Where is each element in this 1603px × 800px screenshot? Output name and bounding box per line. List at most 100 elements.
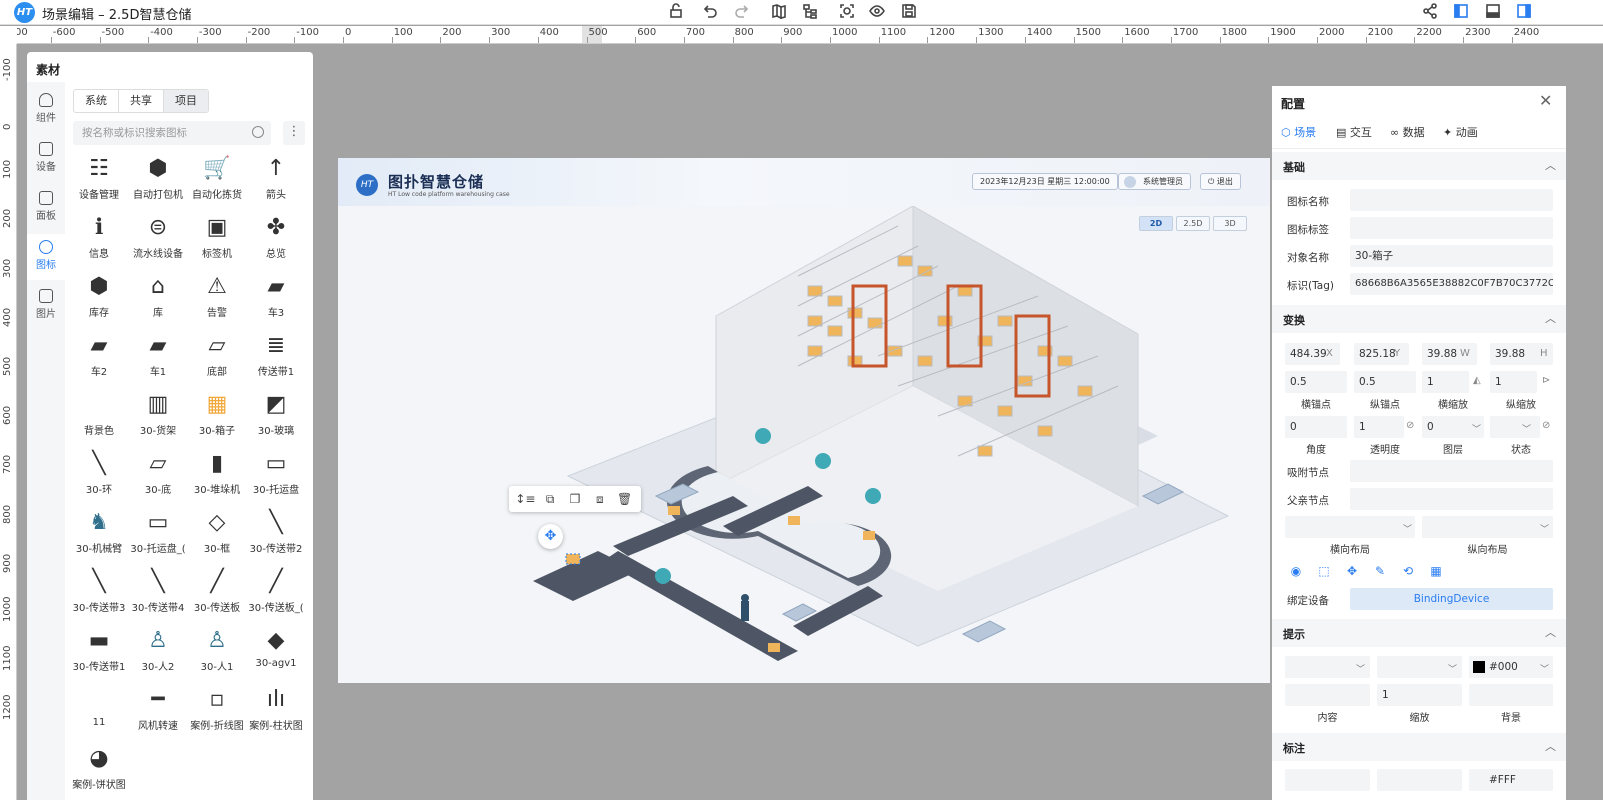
scale-y-input[interactable]: 1 bbox=[1490, 371, 1537, 393]
asset-item[interactable]: ╲ 30-传送带2 bbox=[246, 502, 306, 561]
asset-item[interactable]: ⌂ 库 bbox=[128, 266, 188, 325]
tab-scene[interactable]: ⬡ 场景 bbox=[1281, 124, 1316, 140]
grid-snap-icon[interactable]: ▦ bbox=[1429, 564, 1443, 578]
asset-item[interactable]: ╱ 30-传送板_( bbox=[246, 561, 306, 620]
anchor-y-input[interactable]: 0.5 bbox=[1354, 371, 1416, 393]
asset-item[interactable]: ▰ 车1 bbox=[128, 325, 188, 384]
tab-shared[interactable]: 共享 bbox=[119, 90, 164, 112]
asset-item[interactable]: ◆ 30-agv1 bbox=[246, 620, 306, 679]
asset-item[interactable]: ▱ 底部 bbox=[187, 325, 247, 384]
asset-item[interactable]: ≣ 传送带1 bbox=[246, 325, 306, 384]
rotatable-icon[interactable]: ⟲ bbox=[1401, 564, 1415, 578]
asset-item[interactable]: ▫ 案例-折线图 bbox=[187, 679, 247, 738]
note-select-2[interactable] bbox=[1377, 769, 1462, 791]
duplicate-icon[interactable]: ❐ bbox=[563, 489, 588, 509]
scale-x-input[interactable]: 1 bbox=[1422, 371, 1469, 393]
asset-item[interactable]: ☷ 设备管理 bbox=[69, 148, 129, 207]
copy-icon[interactable]: ⧉ bbox=[538, 489, 563, 509]
asset-item[interactable]: ▰ 车3 bbox=[246, 266, 306, 325]
close-icon[interactable]: ✕ bbox=[1539, 91, 1552, 110]
asset-item[interactable]: ╲ 30-传送带3 bbox=[69, 561, 129, 620]
asset-item[interactable]: ▬ 30-传送带1 bbox=[69, 620, 129, 679]
asset-item[interactable]: ▣ 标签机 bbox=[187, 207, 247, 266]
object-name-input[interactable]: 30-箱子 bbox=[1350, 245, 1553, 267]
icon-name-input[interactable] bbox=[1350, 189, 1553, 211]
asset-item[interactable]: 背景色 bbox=[69, 384, 129, 443]
movable-icon[interactable]: ✥ bbox=[1345, 564, 1359, 578]
redo-icon[interactable] bbox=[733, 3, 751, 21]
asset-item[interactable]: 11 bbox=[69, 679, 129, 738]
scene-canvas[interactable]: HT 图扑智慧仓储 HT Low code platform warehousi… bbox=[338, 158, 1270, 683]
asset-item[interactable]: ╲ 30-环 bbox=[69, 443, 129, 502]
section-transform[interactable]: 变换 ︿ bbox=[1272, 305, 1566, 333]
category-devices[interactable]: 设备 bbox=[27, 136, 65, 182]
tab-system[interactable]: 系统 bbox=[74, 90, 119, 112]
asset-item[interactable]: ◇ 30-框 bbox=[187, 502, 247, 561]
angle-input[interactable]: 0 bbox=[1285, 416, 1347, 438]
lock-icon[interactable] bbox=[667, 3, 685, 21]
asset-item[interactable]: ♙ 30-人2 bbox=[128, 620, 188, 679]
map-icon[interactable] bbox=[770, 3, 788, 21]
asset-item[interactable]: ╱ 30-传送板 bbox=[187, 561, 247, 620]
asset-item[interactable]: ⬢ 库存 bbox=[69, 266, 129, 325]
state-select[interactable] bbox=[1490, 416, 1540, 438]
editable-icon[interactable]: ✎ bbox=[1373, 564, 1387, 578]
asset-item[interactable]: ▰ 车2 bbox=[69, 325, 129, 384]
asset-item[interactable]: ılı 案例-柱状图 bbox=[246, 679, 306, 738]
section-tip[interactable]: 提示 ︿ bbox=[1272, 619, 1566, 647]
logout-button[interactable]: ⏻ 退出 bbox=[1200, 173, 1241, 190]
tab-interaction[interactable]: ▤ 交互 bbox=[1336, 124, 1372, 140]
move-handle-icon[interactable]: ✥ bbox=[538, 524, 563, 549]
category-components[interactable]: 组件 bbox=[27, 87, 65, 133]
parent-node-input[interactable] bbox=[1350, 488, 1553, 510]
asset-item[interactable]: ▦ 30-箱子 bbox=[187, 384, 247, 443]
asset-item[interactable]: ⬢ 自动打包机 bbox=[128, 148, 188, 207]
tree-icon[interactable] bbox=[801, 3, 819, 21]
asset-item[interactable]: ⚠ 告警 bbox=[187, 266, 247, 325]
share-icon[interactable] bbox=[1421, 3, 1439, 21]
asset-item[interactable]: ━ 风机转速 bbox=[128, 679, 188, 738]
category-images[interactable]: 图片 bbox=[27, 283, 65, 329]
note-color-input[interactable]: #FFF bbox=[1469, 769, 1553, 791]
horizontal-layout-select[interactable] bbox=[1285, 516, 1415, 538]
category-panels[interactable]: 面板 bbox=[27, 185, 65, 231]
asset-item[interactable]: ▱ 30-底 bbox=[128, 443, 188, 502]
preview-icon[interactable] bbox=[868, 3, 886, 21]
tip-background-input[interactable] bbox=[1469, 684, 1553, 706]
asset-item[interactable]: ▮ 30-堆垛机 bbox=[187, 443, 247, 502]
color-swatch[interactable] bbox=[1473, 661, 1485, 673]
focus-icon[interactable] bbox=[838, 3, 856, 21]
y-input[interactable]: 825.18 bbox=[1354, 343, 1409, 365]
asset-item[interactable]: ♞ 30-机械臂 bbox=[69, 502, 129, 561]
note-select-1[interactable] bbox=[1285, 769, 1370, 791]
tab-animation[interactable]: ✦ 动画 bbox=[1443, 124, 1478, 140]
flip-horizontal-icon[interactable]: ◭ bbox=[1473, 375, 1481, 386]
asset-item[interactable]: ╲ 30-传送带4 bbox=[128, 561, 188, 620]
tab-data[interactable]: ∞ 数据 bbox=[1390, 124, 1425, 140]
asset-item[interactable]: ▥ 30-货架 bbox=[128, 384, 188, 443]
asset-item[interactable]: ℹ 信息 bbox=[69, 207, 129, 266]
tip-scale-input[interactable]: 1 bbox=[1377, 684, 1462, 706]
opacity-input[interactable]: 1 bbox=[1354, 416, 1404, 438]
delete-icon[interactable]: 🗑 bbox=[612, 489, 637, 509]
asset-item[interactable]: ↑ 箭头 bbox=[246, 148, 306, 207]
save-icon[interactable] bbox=[900, 3, 918, 21]
asset-item[interactable]: ✤ 总览 bbox=[246, 207, 306, 266]
asset-search-input[interactable] bbox=[73, 121, 271, 145]
layout-left-icon[interactable] bbox=[1452, 3, 1470, 21]
asset-item[interactable]: ▭ 30-托运盘 bbox=[246, 443, 306, 502]
layout-bottom-icon[interactable] bbox=[1484, 3, 1502, 21]
visibility-icon[interactable]: ◉ bbox=[1289, 564, 1303, 578]
tip-content-input[interactable] bbox=[1285, 684, 1370, 706]
binding-device-button[interactable]: BindingDevice bbox=[1350, 588, 1553, 610]
search-icon[interactable] bbox=[252, 126, 264, 138]
asset-item[interactable]: 🛒 自动化拣货 bbox=[187, 148, 247, 207]
anchor-x-input[interactable]: 0.5 bbox=[1285, 371, 1347, 393]
more-options-button[interactable]: ⋮ bbox=[283, 121, 305, 145]
vertical-layout-select[interactable] bbox=[1422, 516, 1553, 538]
asset-item[interactable]: ◕ 案例-饼状图 bbox=[69, 738, 129, 797]
flip-vertical-icon[interactable]: ⊳ bbox=[1542, 375, 1550, 386]
undo-icon[interactable] bbox=[701, 3, 719, 21]
layout-right-icon[interactable] bbox=[1515, 3, 1533, 21]
asset-item[interactable]: ◩ 30-玻璃 bbox=[246, 384, 306, 443]
